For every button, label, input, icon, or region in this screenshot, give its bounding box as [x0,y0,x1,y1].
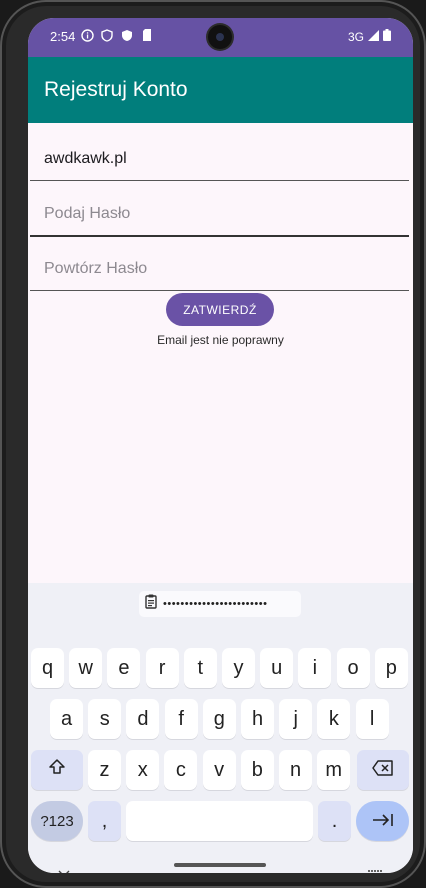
email-field[interactable]: awdkawk.pl [30,140,409,181]
key-m[interactable]: m [317,750,351,790]
gesture-nav-bar[interactable] [174,863,266,867]
hide-keyboard-icon[interactable] [58,865,70,873]
keyboard-switch-icon[interactable] [368,866,382,873]
next-key[interactable] [356,801,409,841]
shift-key[interactable] [31,750,83,790]
clipboard-suggestion[interactable]: •••••••••••••••••••••••• [139,591,301,617]
clipboard-icon [145,594,157,614]
status-right-icons: 3G [348,29,391,44]
front-camera [208,25,232,49]
screen: 2:54 3G Rejestruj Konto awdkawk.pl Podaj… [28,18,413,873]
app-bar: Rejestruj Konto [28,57,413,123]
key-d[interactable]: d [126,699,160,739]
key-h[interactable]: h [241,699,274,739]
key-a[interactable]: a [50,699,83,739]
key-c[interactable]: c [164,750,198,790]
key-v[interactable]: v [202,750,236,790]
period-key[interactable]: . [318,801,351,841]
play-protect-icon [120,28,134,42]
key-e[interactable]: e [107,648,141,688]
network-type: 3G [347,29,364,44]
key-y[interactable]: y [222,648,255,688]
key-o[interactable]: o [336,648,370,688]
key-z[interactable]: z [88,750,121,790]
key-x[interactable]: x [126,750,160,790]
shield-icon [100,28,114,42]
key-i[interactable]: i [298,648,332,688]
key-g[interactable]: g [202,699,236,739]
key-n[interactable]: n [279,750,312,790]
repeat-password-field[interactable]: Powtórz Hasło [30,250,409,291]
key-w[interactable]: w [69,648,103,688]
key-p[interactable]: p [374,648,408,688]
key-f[interactable]: f [164,699,198,739]
signal-icon [368,29,379,44]
submit-button[interactable]: ZATWIERDŹ [166,293,274,326]
email-field-value: awdkawk.pl [44,150,127,167]
page-title: Rejestruj Konto [44,78,188,101]
info-icon [80,28,94,42]
backspace-icon [372,759,394,782]
battery-icon [383,29,391,44]
key-s[interactable]: s [88,699,122,739]
status-notification-icons [80,28,154,42]
key-r[interactable]: r [145,648,179,688]
clipboard-suggestion-text: •••••••••••••••••••••••• [163,598,268,610]
key-k[interactable]: k [317,699,351,739]
status-bar: 2:54 3G [28,18,413,57]
key-l[interactable]: l [355,699,389,739]
key-u[interactable]: u [260,648,294,688]
shift-icon [48,758,66,782]
password-field[interactable]: Podaj Hasło [30,195,409,237]
key-q[interactable]: q [31,648,64,688]
symbols-key[interactable]: ?123 [31,801,83,841]
keyboard: •••••••••••••••••••••••• qwertyuiop asdf… [28,583,413,873]
comma-key[interactable]: , [88,801,121,841]
password-field-placeholder: Podaj Hasło [44,205,131,222]
error-message: Email jest nie poprawny [157,333,284,347]
tab-next-icon [372,810,394,833]
key-t[interactable]: t [183,648,217,688]
status-time: 2:54 [50,29,76,44]
backspace-key[interactable] [357,750,409,790]
repeat-password-field-placeholder: Powtórz Hasło [44,260,148,277]
key-b[interactable]: b [240,750,274,790]
space-key[interactable] [126,801,313,841]
sd-card-icon [140,28,154,42]
key-j[interactable]: j [279,699,313,739]
